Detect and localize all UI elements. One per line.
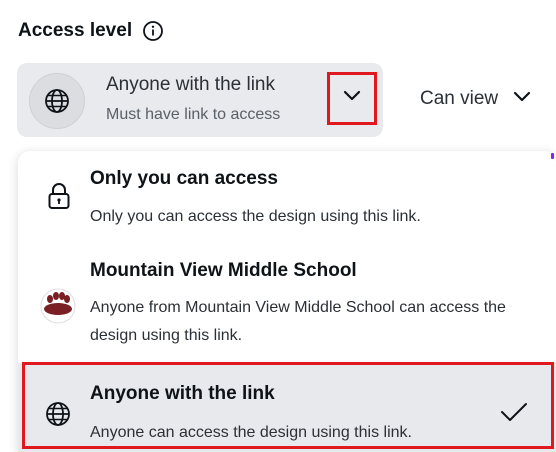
globe-icon [29,73,85,129]
scroll-indicator [551,153,554,159]
chevron-down-icon [342,89,362,108]
selector-title: Anyone with the link [106,74,275,95]
option-title: Anyone with the link [90,383,275,404]
info-icon[interactable] [142,20,164,42]
access-level-title: Access level [18,20,133,41]
access-options-menu: Only you can access Only you can access … [18,151,556,452]
access-dropdown-toggle[interactable] [327,72,377,125]
option-description: Anyone from Mountain View Middle School … [90,299,506,344]
globe-icon [42,398,74,430]
share-access-panel: Access level Anyone with the link Must h… [0,0,556,452]
option-description: Anyone can access the design using this … [90,424,412,441]
checkmark-icon [498,399,530,425]
option-title: Mountain View Middle School [90,260,357,281]
option-title: Only you can access [90,168,278,189]
access-level-header: Access level [18,20,164,42]
permission-dropdown[interactable]: Can view [420,88,532,110]
selector-text: Anyone with the link Must have link to a… [106,73,280,125]
option-school[interactable]: Mountain View Middle School Anyone from … [18,247,556,357]
selector-subtitle: Must have link to access [106,106,281,123]
lock-icon [44,181,74,211]
permission-label: Can view [420,88,499,109]
chevron-down-icon [512,90,532,109]
school-logo-icon [40,288,76,324]
option-only-you[interactable]: Only you can access Only you can access … [18,151,556,247]
option-anyone-with-link[interactable]: Anyone with the link Anyone can access t… [18,363,556,452]
option-description: Only you can access the design using thi… [90,208,421,225]
